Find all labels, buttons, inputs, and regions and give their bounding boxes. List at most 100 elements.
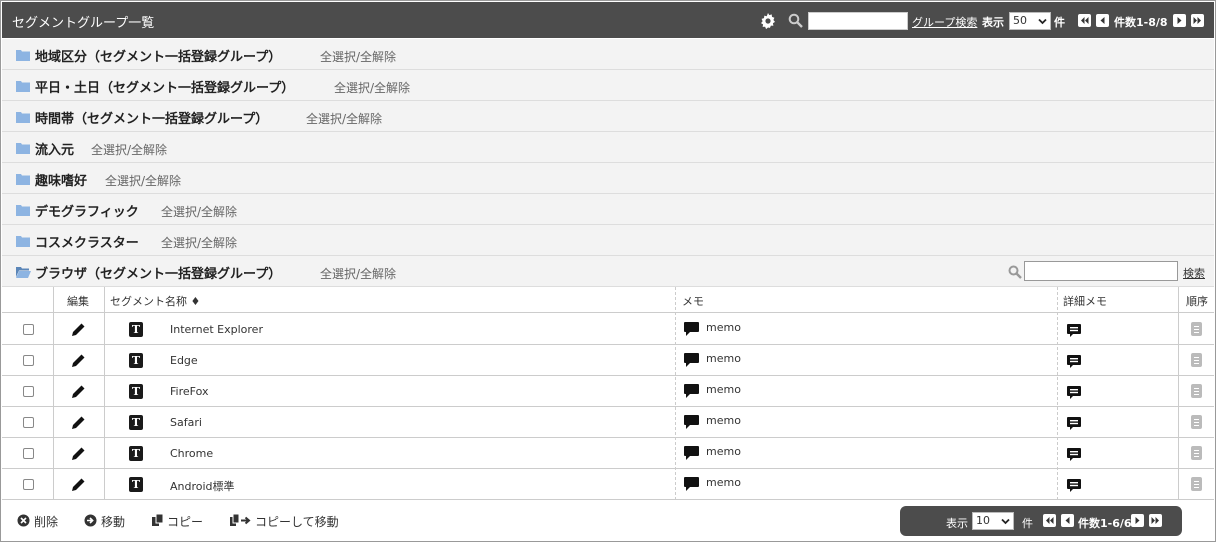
folder-open-icon (16, 267, 31, 278)
select-all-toggle[interactable]: 全選択/全解除 (320, 48, 396, 65)
drag-handle-icon[interactable] (1191, 415, 1202, 429)
group-name[interactable]: 流入元 (35, 139, 74, 158)
folder-icon (16, 236, 30, 247)
detail-memo-icon[interactable] (1067, 417, 1081, 431)
detail-memo-icon[interactable] (1067, 355, 1081, 369)
text-type-icon: T (129, 384, 143, 399)
next-page-button[interactable] (1173, 14, 1186, 27)
select-all-toggle[interactable]: 全選択/全解除 (105, 172, 181, 189)
group-row[interactable]: 趣味嗜好 全選択/全解除 (2, 163, 1214, 194)
col-segment-name[interactable]: セグメント名称 ♦ (110, 293, 200, 309)
group-search-input[interactable] (808, 12, 908, 30)
record-count: 件数1-6/6 (1078, 517, 1132, 530)
group-search-link[interactable]: グループ検索 (912, 14, 977, 30)
footer-bar: 削除 移動 コピー コピーして移動 表示 10 件 件数1-6/6 (2, 500, 1214, 541)
close-circle-icon (17, 514, 30, 527)
first-page-button[interactable] (1043, 514, 1056, 527)
next-page-button[interactable] (1131, 514, 1144, 527)
group-name[interactable]: 趣味嗜好 (35, 170, 87, 189)
search-icon (788, 13, 803, 28)
next-page-icon (1135, 517, 1140, 524)
select-all-toggle[interactable]: 全選択/全解除 (91, 141, 167, 158)
group-name[interactable]: コスメクラスター (35, 232, 139, 251)
speech-bubble-icon (684, 353, 699, 367)
gear-icon[interactable] (760, 13, 776, 29)
move-button[interactable]: 移動 (84, 513, 134, 529)
table-row: T Android標準 memo (2, 469, 1214, 500)
table-header: 編集 セグメント名称 ♦ メモ 詳細メモ 順序 (2, 287, 1214, 313)
drag-handle-icon[interactable] (1191, 446, 1202, 460)
table-row: T Edge memo (2, 345, 1214, 376)
detail-memo-icon[interactable] (1067, 324, 1081, 338)
folder-icon (16, 143, 30, 154)
segment-search-input[interactable] (1024, 261, 1178, 281)
select-all-toggle[interactable]: 全選択/全解除 (320, 265, 396, 282)
detail-memo-icon[interactable] (1067, 448, 1081, 462)
select-all-toggle[interactable]: 全選択/全解除 (161, 203, 237, 220)
row-checkbox[interactable] (23, 417, 34, 428)
group-name[interactable]: 平日・土日（セグメント一括登録グループ） (35, 77, 294, 96)
text-type-icon: T (129, 415, 143, 430)
row-checkbox[interactable] (23, 355, 34, 366)
copy-icon (152, 514, 164, 526)
drag-handle-icon[interactable] (1191, 477, 1202, 491)
group-name[interactable]: 地域区分（セグメント一括登録グループ） (35, 46, 281, 65)
memo-text: memo (706, 383, 741, 396)
select-all-toggle[interactable]: 全選択/全解除 (334, 79, 410, 96)
delete-button[interactable]: 削除 (17, 513, 67, 529)
group-row[interactable]: デモグラフィック 全選択/全解除 (2, 194, 1214, 225)
pencil-icon[interactable] (71, 446, 86, 461)
detail-memo-icon[interactable] (1067, 479, 1081, 493)
per-page-select[interactable]: 10 (972, 512, 1014, 530)
select-all-toggle[interactable]: 全選択/全解除 (306, 110, 382, 127)
last-page-button[interactable] (1191, 14, 1204, 27)
copy-button[interactable]: コピー (152, 513, 212, 529)
group-row[interactable]: 平日・土日（セグメント一括登録グループ） 全選択/全解除 (2, 70, 1214, 101)
group-row[interactable]: コスメクラスター 全選択/全解除 (2, 225, 1214, 256)
segment-name: Internet Explorer (170, 323, 263, 336)
last-page-button[interactable] (1149, 514, 1162, 527)
row-checkbox[interactable] (23, 448, 34, 459)
copy-move-button[interactable]: コピーして移動 (230, 513, 355, 529)
drag-handle-icon[interactable] (1191, 353, 1202, 367)
first-page-button[interactable] (1078, 14, 1091, 27)
group-name[interactable]: 時間帯（セグメント一括登録グループ） (35, 108, 268, 127)
table-row: T Safari memo (2, 407, 1214, 438)
group-row[interactable]: 流入元 全選択/全解除 (2, 132, 1214, 163)
copy-move-label: コピーして移動 (255, 515, 339, 529)
group-name[interactable]: ブラウザ（セグメント一括登録グループ） (35, 263, 281, 282)
group-row-open[interactable]: ブラウザ（セグメント一括登録グループ） 全選択/全解除 検索 (2, 256, 1214, 287)
per-page-select[interactable]: 50 (1009, 12, 1051, 30)
row-checkbox[interactable] (23, 386, 34, 397)
folder-icon (16, 81, 30, 92)
group-row[interactable]: 地域区分（セグメント一括登録グループ） 全選択/全解除 (2, 39, 1214, 70)
pencil-icon[interactable] (71, 353, 86, 368)
text-type-icon: T (129, 446, 143, 461)
first-page-icon (1046, 517, 1054, 524)
page-title: セグメントグループ一覧 (12, 16, 155, 31)
folder-icon (16, 205, 30, 216)
detail-memo-icon[interactable] (1067, 386, 1081, 400)
row-checkbox[interactable] (23, 479, 34, 490)
last-page-icon (1193, 17, 1201, 24)
pencil-icon[interactable] (71, 384, 86, 399)
drag-handle-icon[interactable] (1191, 384, 1202, 398)
memo-text: memo (706, 352, 741, 365)
prev-page-button[interactable] (1096, 14, 1109, 27)
pencil-icon[interactable] (71, 322, 86, 337)
prev-page-button[interactable] (1061, 514, 1074, 527)
copy-move-icon (230, 514, 251, 526)
select-all-toggle[interactable]: 全選択/全解除 (161, 234, 237, 251)
delete-label: 削除 (34, 515, 59, 529)
row-checkbox[interactable] (23, 324, 34, 335)
drag-handle-icon[interactable] (1191, 322, 1202, 336)
table-row: T Chrome memo (2, 438, 1214, 469)
folder-icon (16, 112, 30, 123)
segment-name: FireFox (170, 385, 209, 398)
group-name[interactable]: デモグラフィック (35, 201, 139, 220)
speech-bubble-icon (684, 446, 699, 460)
segment-search-link[interactable]: 検索 (1183, 265, 1205, 281)
pencil-icon[interactable] (71, 477, 86, 492)
group-row[interactable]: 時間帯（セグメント一括登録グループ） 全選択/全解除 (2, 101, 1214, 132)
pencil-icon[interactable] (71, 415, 86, 430)
